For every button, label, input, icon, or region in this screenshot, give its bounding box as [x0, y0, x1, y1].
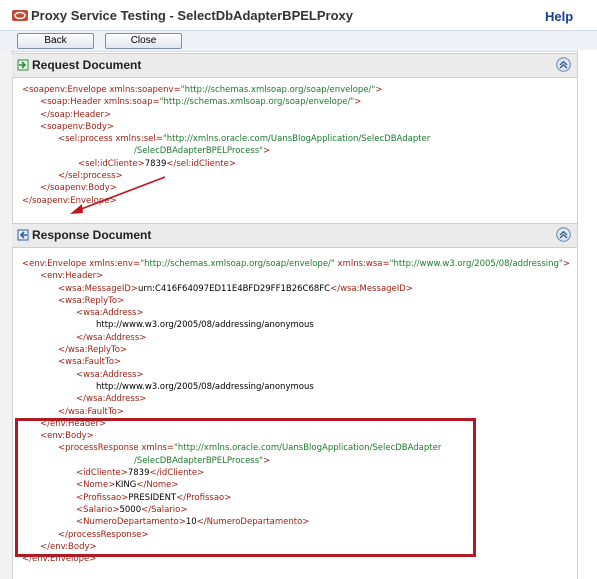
response-xml-line: </wsa:FaultTo>	[12, 406, 577, 418]
xml-tag: <wsa:ReplyTo>	[58, 295, 125, 306]
request-xml-line: </soapenv:Body>	[12, 182, 577, 194]
xml-tag: <wsa:Address>	[76, 369, 144, 380]
response-xml-line: <env:Envelope xmlns:env="http://schemas.…	[12, 258, 577, 270]
xml-val2: "http://www.w3.org/2005/08/addressing"	[389, 259, 563, 269]
response-xml-line: </wsa:Address>	[12, 393, 577, 405]
xml-tag: <sel:process	[58, 134, 116, 145]
request-xml-line: <soapenv:Body>	[12, 121, 577, 133]
response-xml-line: <env:Header>	[12, 270, 577, 282]
xml-txt: http://www.w3.org/2005/08/addressing/ano…	[96, 320, 314, 331]
response-xml-line: <wsa:Address>	[12, 369, 577, 381]
xml-attr2: xmlns:wsa=	[334, 259, 390, 269]
response-xml-line: <wsa:MessageID>urn:C416F64097ED11E4BFD29…	[12, 283, 577, 295]
close-button[interactable]: Close	[105, 33, 182, 49]
request-xml-line: <sel:idCliente>7839</sel:idCliente>	[12, 158, 577, 170]
xml-tag: <soapenv:Body>	[40, 121, 114, 132]
title-bar: Proxy Service Testing - SelectDbAdapterB…	[0, 0, 597, 30]
collapse-response-icon[interactable]	[556, 227, 571, 242]
response-xml-line: <wsa:Address>	[12, 307, 577, 319]
oracle-logo-icon	[12, 10, 28, 21]
xml-txt: urn:C416F64097ED11E4BFD29FF1B26C68FC	[138, 283, 331, 294]
request-section-title: Request Document	[32, 58, 142, 72]
page-title: Proxy Service Testing - SelectDbAdapterB…	[31, 8, 353, 23]
xml-tag: <soapenv:Envelope	[22, 85, 110, 95]
xml-val: "http://xmlns.oracle.com/UansBlogApplica…	[162, 134, 431, 145]
xml-tag: <wsa:Address>	[76, 308, 144, 319]
xml-tag: <soap:Header	[40, 97, 104, 108]
response-section-title: Response Document	[32, 228, 152, 242]
xml-end: </sel:idCliente>	[166, 158, 236, 169]
xml-tag: <sel:idCliente>	[78, 158, 145, 169]
xml-tag: <env:Header>	[40, 271, 104, 282]
request-xml-line: <soap:Header xmlns:soap="http://schemas.…	[12, 96, 577, 108]
xml-val: /SelecDBAdapterBPELProcess"	[134, 146, 264, 157]
response-highlight-box	[15, 418, 476, 557]
request-xml-line: </soap:Header>	[12, 109, 577, 121]
xml-attr: xmlns:soap=	[103, 97, 160, 108]
response-xml-line: <wsa:ReplyTo>	[12, 295, 577, 307]
response-xml-line: </wsa:Address>	[12, 332, 577, 344]
xml-tag: </sel:process>	[58, 171, 123, 182]
back-button[interactable]: Back	[17, 33, 94, 49]
xml-end: >	[263, 146, 271, 157]
xml-txt: 7839	[144, 158, 167, 169]
xml-tag: </wsa:ReplyTo>	[58, 345, 128, 356]
collapse-request-icon[interactable]	[556, 57, 571, 72]
xml-val: "http://schemas.xmlsoap.org/soap/envelop…	[140, 259, 335, 269]
xml-tag: <wsa:MessageID>	[58, 283, 139, 294]
xml-attr: xmlns:env=	[89, 259, 141, 269]
help-link[interactable]: Help	[545, 9, 573, 24]
xml-tag: </soap:Header>	[40, 109, 112, 120]
request-xml-line: /SelecDBAdapterBPELProcess">	[12, 145, 577, 157]
response-xml-line: </wsa:ReplyTo>	[12, 344, 577, 356]
xml-attr: xmlns:sel=	[115, 134, 163, 145]
xml-end: >	[375, 85, 383, 95]
button-toolbar: Back Close	[0, 30, 597, 52]
xml-val: "http://schemas.xmlsoap.org/soap/envelop…	[180, 85, 376, 95]
response-arrow-icon	[17, 229, 29, 241]
response-xml-line: http://www.w3.org/2005/08/addressing/ano…	[12, 381, 577, 393]
xml-val: "http://schemas.xmlsoap.org/soap/envelop…	[159, 97, 355, 108]
xml-end: </wsa:MessageID>	[330, 283, 413, 294]
xml-tag: </wsa:Address>	[76, 394, 147, 405]
xml-txt: http://www.w3.org/2005/08/addressing/ano…	[96, 381, 314, 392]
xml-tag: </wsa:FaultTo>	[58, 406, 124, 417]
request-xml-line: <soapenv:Envelope xmlns:soapenv="http://…	[12, 84, 577, 96]
request-section-header[interactable]: Request Document	[12, 53, 577, 78]
xml-tag: <env:Envelope	[22, 259, 90, 269]
request-xml-line: <sel:process xmlns:sel="http://xmlns.ora…	[12, 133, 577, 145]
right-gutter	[577, 50, 597, 579]
xml-attr: xmlns:soapenv=	[109, 85, 181, 95]
request-xml-line: </soapenv:Envelope>	[12, 195, 577, 207]
xml-tag: </soapenv:Body>	[40, 183, 117, 194]
xml-tag: </soapenv:Envelope>	[22, 195, 117, 206]
request-arrow-icon	[17, 59, 29, 71]
response-xml-line: <wsa:FaultTo>	[12, 356, 577, 368]
xml-end: >	[562, 259, 570, 269]
request-xml-line: </sel:process>	[12, 170, 577, 182]
xml-end: >	[354, 97, 362, 108]
xml-tag: </wsa:Address>	[76, 332, 147, 343]
response-section-header[interactable]: Response Document	[12, 223, 577, 248]
response-xml-line: http://www.w3.org/2005/08/addressing/ano…	[12, 319, 577, 331]
request-xml: <soapenv:Envelope xmlns:soapenv="http://…	[12, 84, 577, 207]
xml-tag: <wsa:FaultTo>	[58, 357, 122, 368]
